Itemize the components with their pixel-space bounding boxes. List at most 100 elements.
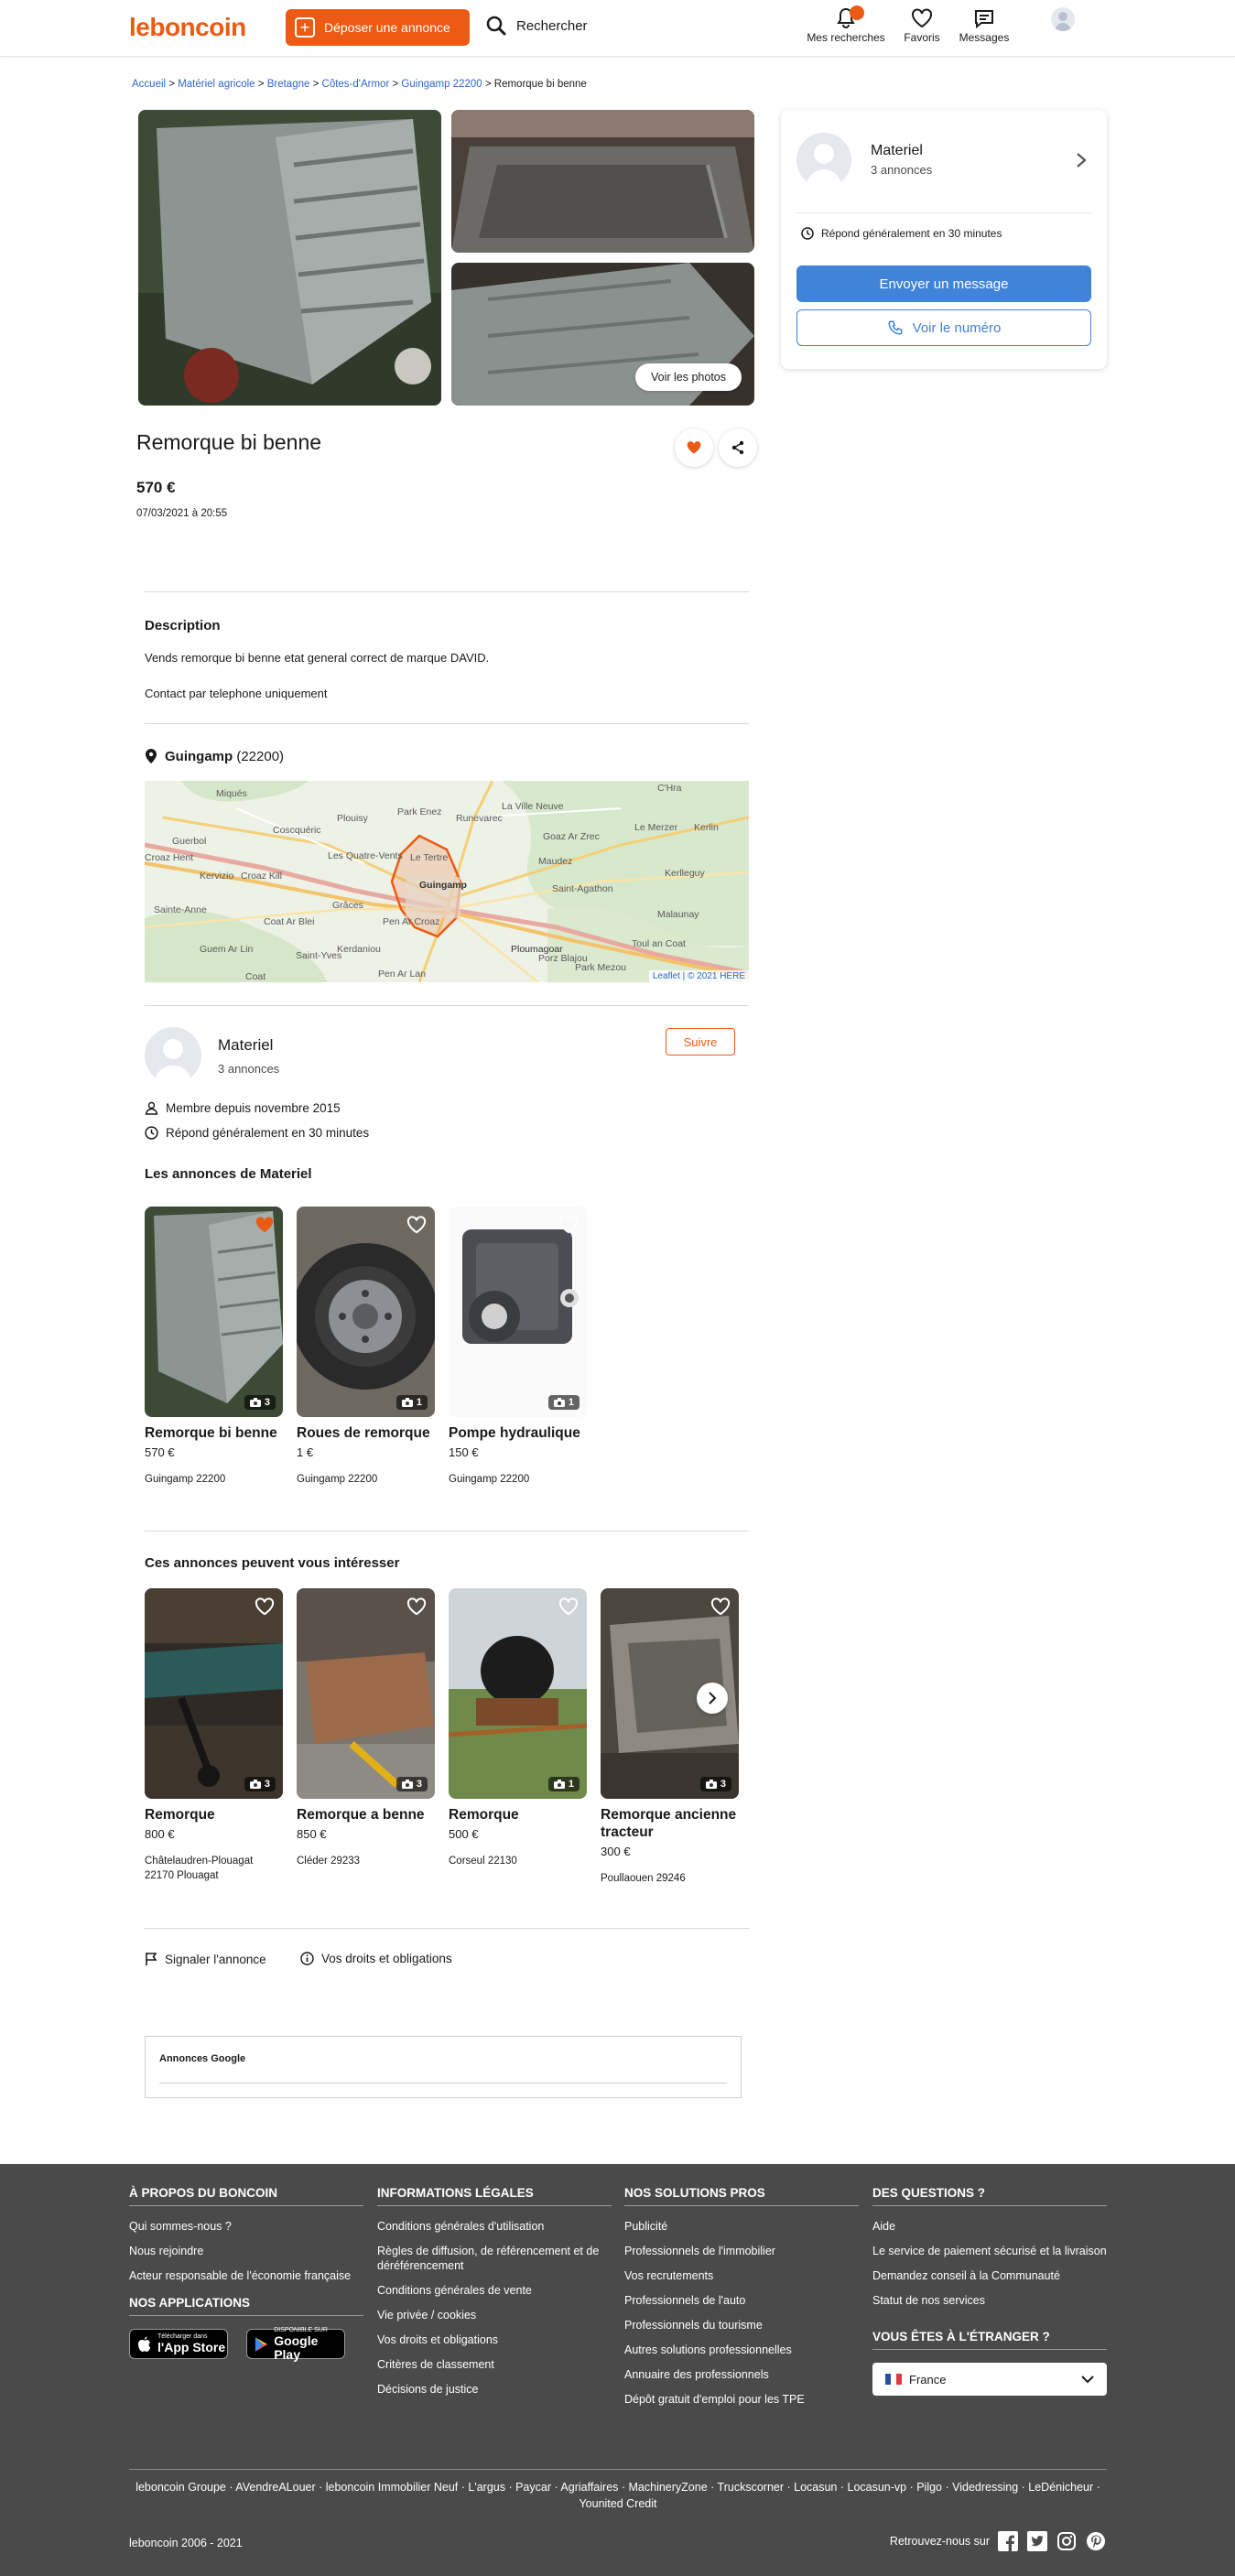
listing-card[interactable]: 3 Remorque a benne 850 € Cléder 29233 [297, 1588, 435, 1868]
favorite-icon[interactable] [556, 1594, 581, 1619]
facebook-icon[interactable] [997, 2530, 1019, 2552]
listing-image[interactable]: 1 [449, 1207, 587, 1417]
listing-card[interactable]: 3 Remorque 800 € Châtelaudren-Plouagat 2… [145, 1588, 283, 1883]
group-links[interactable]: leboncoin Groupe · AVendreALouer · lebon… [129, 2469, 1107, 2512]
show-number-button[interactable]: Voir le numéro [796, 309, 1091, 346]
favorite-icon[interactable] [404, 1212, 429, 1238]
footer-link[interactable]: Publicité [624, 2219, 859, 2234]
nav-messages[interactable]: Messages [954, 5, 1014, 44]
search-icon [486, 16, 506, 36]
footer-link[interactable]: Décisions de justice [377, 2382, 612, 2397]
favorite-icon[interactable] [556, 1212, 581, 1238]
breadcrumb-cotes-armor[interactable]: Côtes-d'Armor [322, 79, 390, 90]
footer-link[interactable]: Vos droits et obligations [377, 2332, 612, 2347]
footer-link[interactable]: Vos recrutements [624, 2268, 859, 2283]
social-links: Retrouvez-nous sur [890, 2530, 1107, 2552]
favorite-button[interactable] [675, 428, 713, 467]
listing-title[interactable]: Remorque bi benne [145, 1424, 283, 1442]
divider [145, 1531, 749, 1532]
favorite-icon[interactable] [404, 1594, 429, 1619]
footer-link[interactable]: Aide [872, 2219, 1107, 2234]
breadcrumb-guingamp[interactable]: Guingamp 22200 [401, 79, 482, 90]
googleplay-badge[interactable]: DISPONIBLE SUR Google Play [246, 2327, 345, 2361]
listing-title[interactable]: Pompe hydraulique [449, 1424, 587, 1442]
chevron-right-icon[interactable] [1076, 152, 1087, 168]
instagram-icon[interactable] [1056, 2530, 1078, 2552]
footer-link[interactable]: Conditions générales d'utilisation [377, 2219, 612, 2234]
share-button[interactable] [719, 428, 757, 467]
seller-name[interactable]: Materiel [218, 1036, 273, 1055]
footer-link[interactable]: Autres solutions professionnelles [624, 2343, 859, 2357]
footer-link[interactable]: Professionnels de l'auto [624, 2293, 859, 2308]
send-message-button[interactable]: Envoyer un message [796, 265, 1091, 302]
logo[interactable]: leboncoin [129, 13, 246, 42]
report-ad-link[interactable]: Signaler l'annonce [145, 1952, 266, 1966]
user-avatar[interactable] [1051, 7, 1075, 31]
listing-title[interactable]: Remorque ancienne tracteur [601, 1806, 739, 1841]
footer-link[interactable]: Annuaire des professionnels [624, 2367, 859, 2382]
carousel-next-button[interactable] [697, 1683, 728, 1714]
pinterest-icon[interactable] [1085, 2530, 1107, 2552]
listing-card[interactable]: 1 Roues de remorque 1 € Guingamp 22200 [297, 1207, 435, 1487]
flag-icon [146, 1953, 157, 1965]
ad-date: 07/03/2021 à 20:55 [136, 508, 228, 519]
nav-favoris[interactable]: Favoris [894, 5, 950, 44]
footer-link[interactable]: Nous rejoindre [129, 2244, 363, 2258]
footer-link[interactable]: Acteur responsable de l'économie françai… [129, 2268, 363, 2283]
seller-name[interactable]: Materiel [871, 143, 923, 159]
rights-link[interactable]: Vos droits et obligations [300, 1952, 452, 1965]
favorite-icon[interactable] [252, 1594, 277, 1619]
twitter-icon[interactable] [1026, 2530, 1048, 2552]
description-line-1: Vends remorque bi benne etat general cor… [145, 651, 490, 665]
footer-link[interactable]: Professionnels du tourisme [624, 2318, 859, 2332]
breadcrumb-accueil[interactable]: Accueil [132, 79, 166, 90]
listing-image[interactable]: 3 [145, 1207, 283, 1417]
country-select[interactable]: France [872, 2363, 1107, 2396]
voir-photos-button[interactable]: Voir les photos [635, 363, 742, 391]
favorite-icon[interactable] [252, 1212, 277, 1238]
listing-image[interactable]: 3 [145, 1588, 283, 1799]
photo-2[interactable] [451, 110, 754, 253]
map-label: Saint-Yves [296, 950, 342, 961]
flag-france-icon [885, 2374, 902, 2385]
favorite-icon[interactable] [708, 1594, 733, 1619]
footer-link[interactable]: Le service de paiement sécurisé et la li… [872, 2244, 1107, 2258]
ad-title: Remorque bi benne [136, 430, 322, 454]
breadcrumb-bretagne[interactable]: Bretagne [267, 79, 310, 90]
listing-card[interactable]: 1 Remorque 500 € Corseul 22130 [449, 1588, 587, 1868]
follow-button[interactable]: Suivre [666, 1028, 735, 1055]
listing-image[interactable]: 1 [449, 1588, 587, 1799]
listing-price: 500 € [449, 1827, 479, 1841]
footer-link[interactable]: Conditions générales de vente [377, 2283, 612, 2298]
footer-link[interactable]: Critères de classement [377, 2357, 612, 2372]
listing-title[interactable]: Remorque a benne [297, 1806, 435, 1824]
listing-image[interactable]: 1 [297, 1207, 435, 1417]
listing-image[interactable]: 3 [297, 1588, 435, 1799]
footer-link[interactable]: Statut de nos services [872, 2293, 1107, 2308]
footer-link[interactable]: Demandez conseil à la Communauté [872, 2268, 1107, 2283]
photo-main[interactable] [138, 110, 441, 406]
appstore-badge[interactable]: Télécharger dans l'App Store [129, 2329, 228, 2359]
map[interactable]: Miqués Plouisy Park Enez Runevarec La Vi… [145, 781, 749, 982]
footer-link[interactable]: Vie privée / cookies [377, 2308, 612, 2322]
listing-title[interactable]: Remorque [449, 1806, 587, 1824]
footer-col-pros: NOS SOLUTIONS PROS Publicité Professionn… [624, 2186, 859, 2417]
map-label: Croaz Kill [241, 871, 282, 882]
listing-title[interactable]: Remorque [145, 1806, 283, 1824]
search-link[interactable]: Rechercher [485, 15, 588, 37]
listing-title[interactable]: Roues de remorque [297, 1424, 435, 1442]
nav-mes-recherches[interactable]: Mes recherches [802, 5, 890, 44]
footer-link[interactable]: Professionnels de l'immobilier [624, 2244, 859, 2258]
listing-location: Guingamp 22200 [449, 1474, 530, 1485]
description-title: Description [145, 618, 221, 633]
listing-card[interactable]: 1 Pompe hydraulique 150 € Guingamp 22200 [449, 1207, 587, 1487]
breadcrumb-materiel-agricole[interactable]: Matériel agricole [178, 79, 255, 90]
footer-link[interactable]: Qui sommes-nous ? [129, 2219, 363, 2234]
leaflet-link[interactable]: Leaflet [653, 971, 680, 981]
deposer-annonce-button[interactable]: + Déposer une annonce [286, 9, 470, 46]
seller-avatar[interactable] [145, 1027, 201, 1084]
footer-link[interactable]: Dépôt gratuit d'emploi pour les TPE [624, 2392, 859, 2407]
listing-card[interactable]: 3 Remorque bi benne 570 € Guingamp 22200 [145, 1207, 283, 1487]
footer-link[interactable]: Règles de diffusion, de référencement et… [377, 2244, 612, 2273]
listing-card[interactable]: 3 Remorque ancienne tracteur 300 € Poull… [601, 1588, 739, 1886]
